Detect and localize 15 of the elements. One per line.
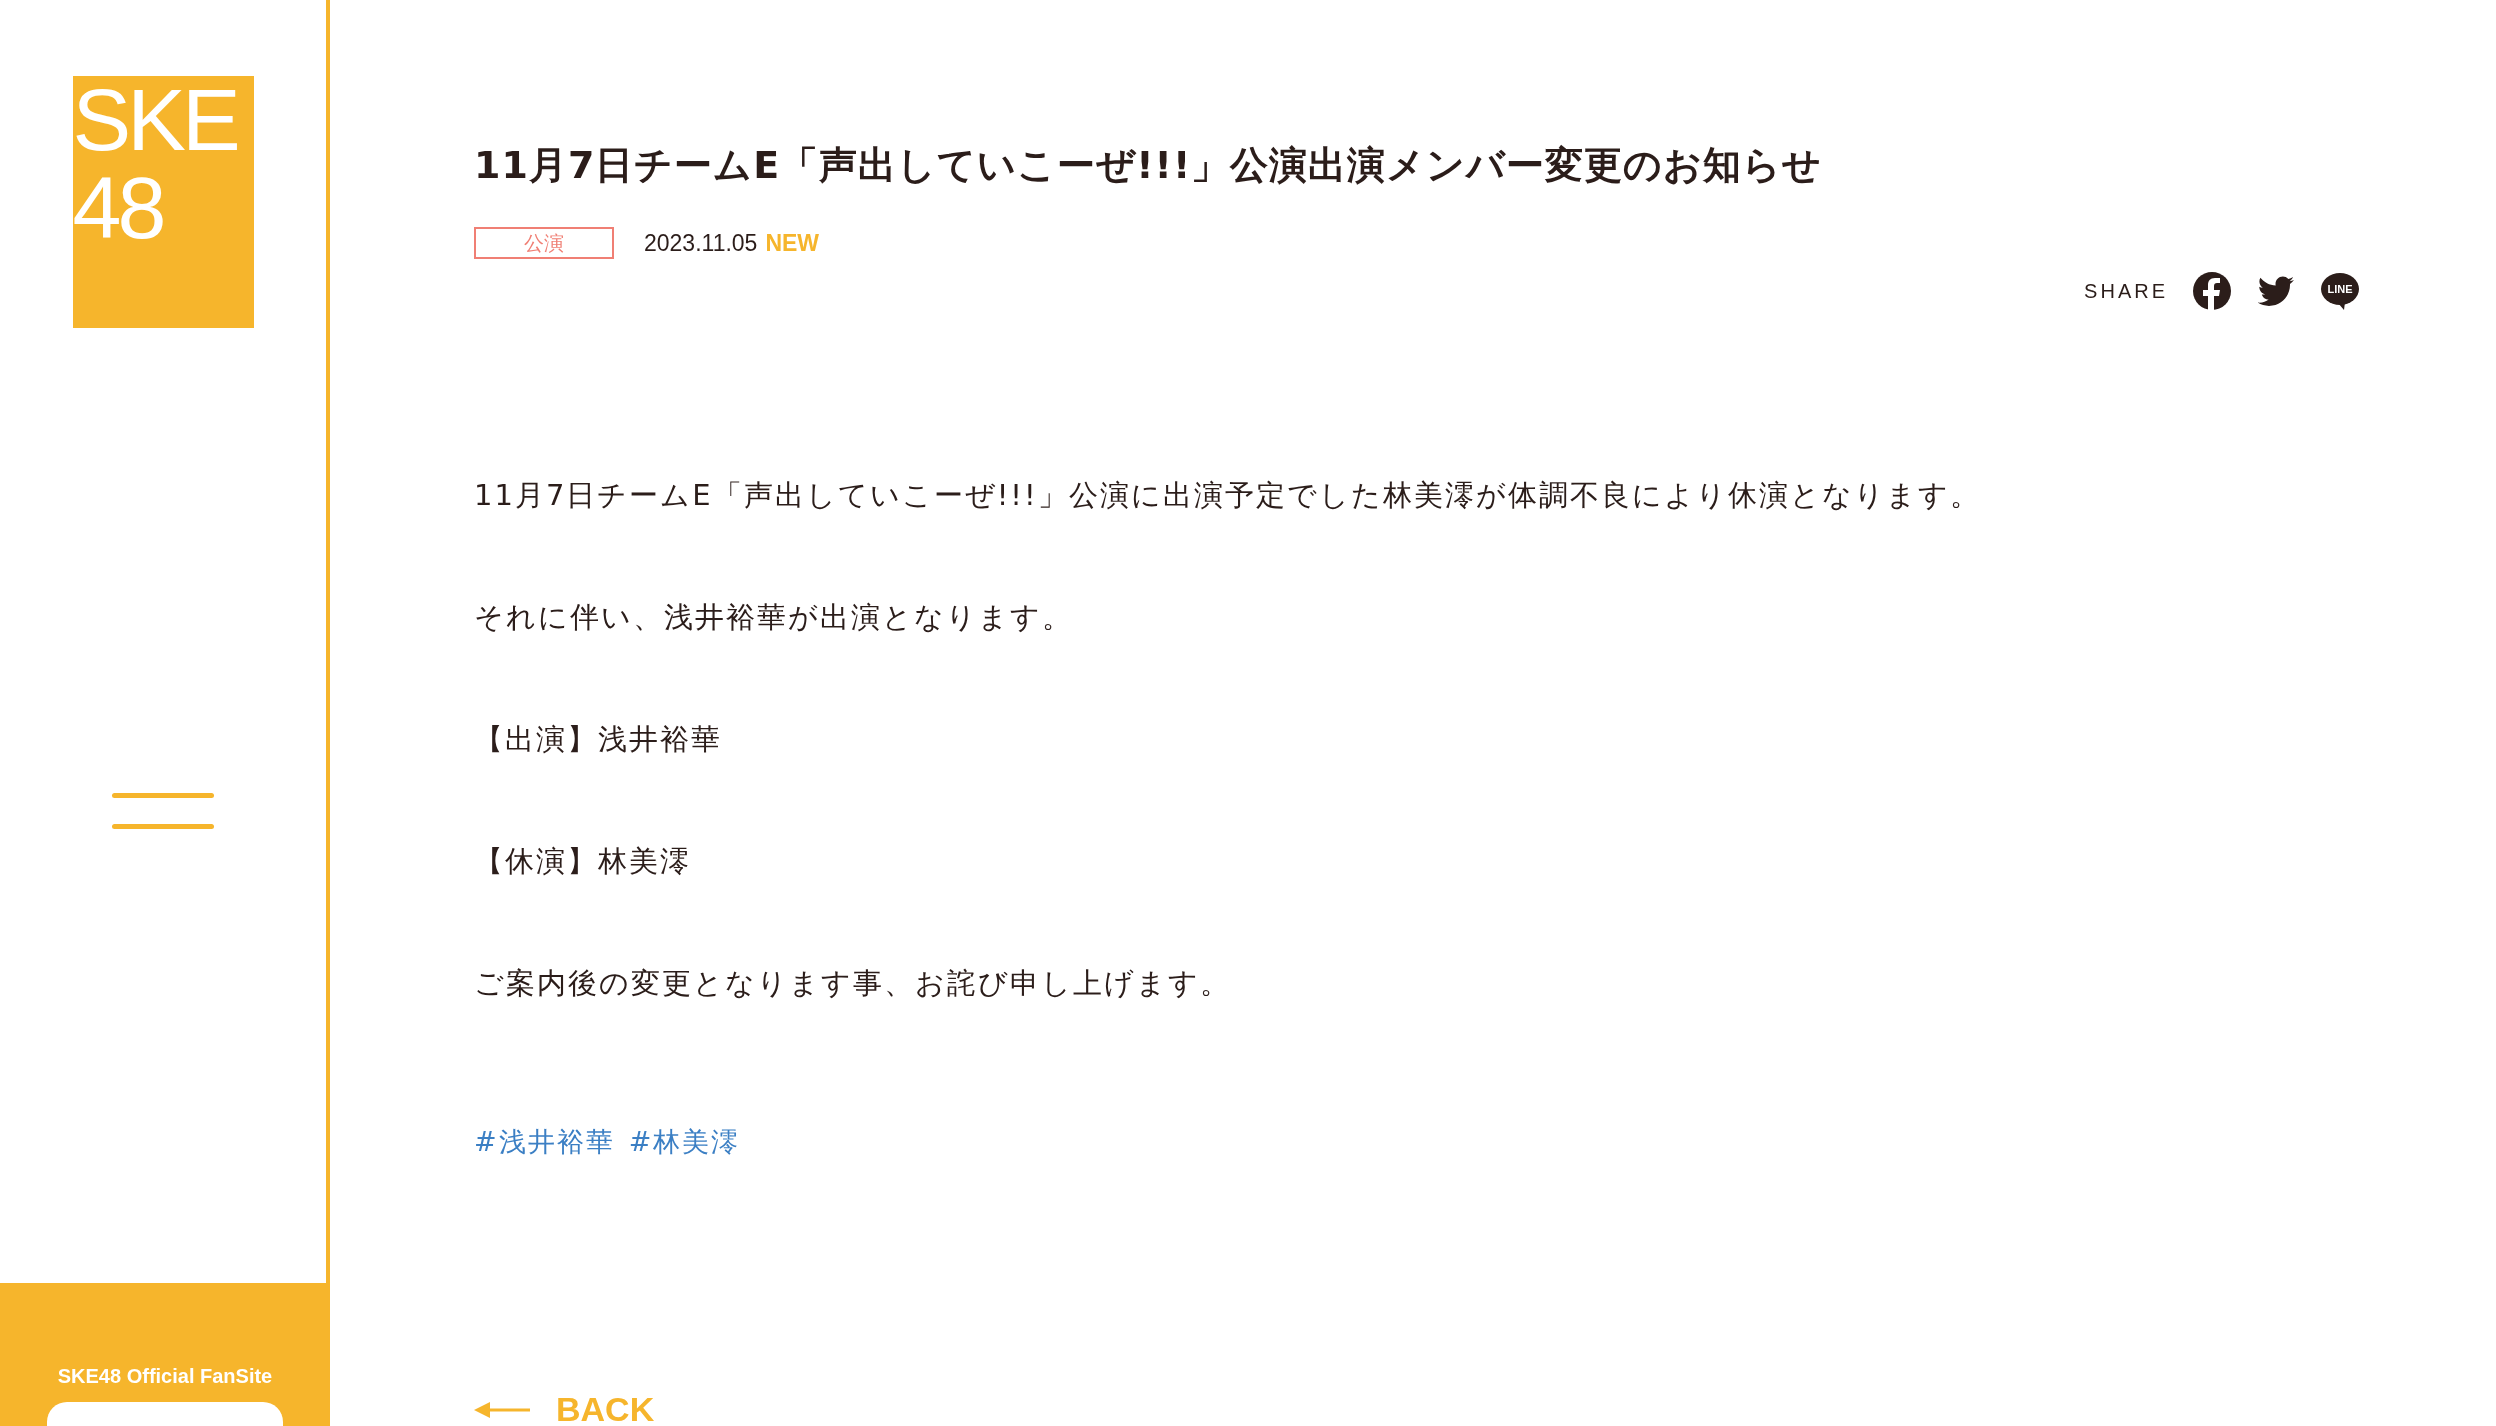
paragraph: 11月7日チームE「声出していこーぜ!!!」公演に出演予定でした林美澪が体調不良により休演となります。 [474,477,1982,514]
category-tag: 公演 [474,227,614,259]
share-label: SHARE [2084,279,2168,303]
post-date: 2023.11.05 [644,229,758,257]
paragraph: それに伴い、浅井裕華が出演となります。 [474,599,1074,636]
facebook-icon[interactable] [2192,271,2232,311]
paragraph: ご案内後の変更となります事、お詫び申し上げます。 [474,965,1232,1002]
new-label: NEW [765,229,820,257]
paragraph: 【出演】浅井裕華 [474,721,723,758]
site-title: SKE48 Official FanSite [57,1365,273,1388]
paragraph: 【休演】林美澪 [474,843,692,880]
hashtag-link[interactable]: #浅井裕華 [474,1124,615,1160]
arrow-icon [474,1399,530,1420]
hashtag-link[interactable]: #林美澪 [628,1124,741,1160]
article-title: 11月7日チームE「声出していこーぜ!!!」公演出演メンバー変更のお知らせ [474,142,1824,189]
